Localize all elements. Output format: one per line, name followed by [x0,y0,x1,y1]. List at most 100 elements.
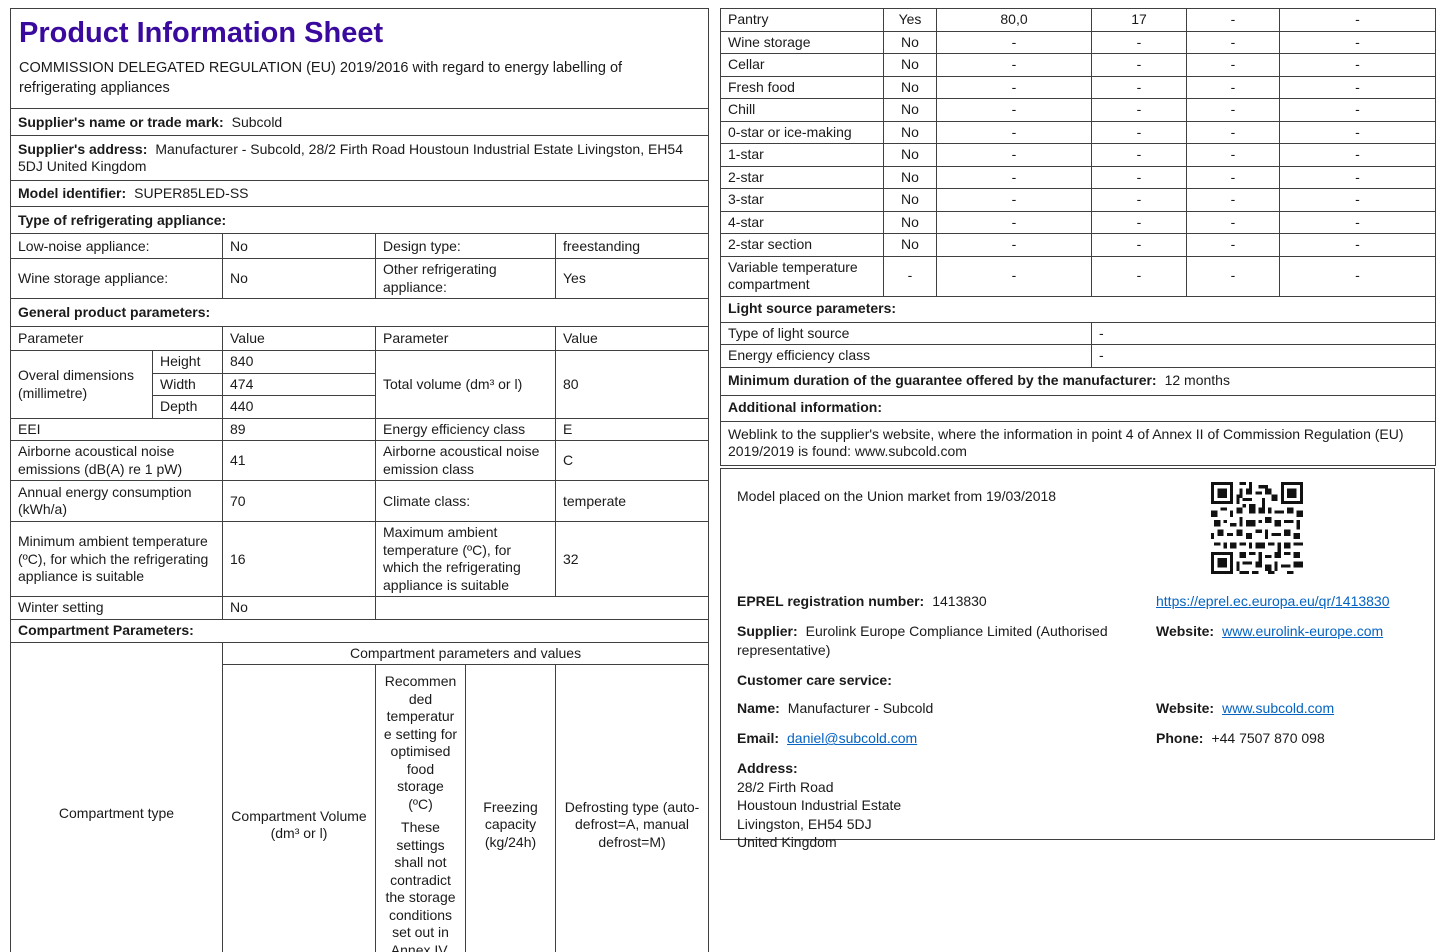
compartment-cell: - [1091,75,1187,99]
compartment-cell: - [1186,255,1280,297]
compartment-cell: No [883,53,937,77]
param-value: 70 [222,480,376,523]
dimension-key: Depth [152,395,223,419]
table-row: Type of light source - [720,321,1436,345]
supplier-name-label: Supplier's name or trade mark: [18,113,224,130]
table-row: Fresh food No - - - - [720,75,1436,99]
compartment-cell: - [1091,53,1187,77]
param-label: Other refrigerating appliance: [375,258,556,300]
compartment-cell: 0-star or ice-making [720,120,884,144]
compartment-cell: - [1091,30,1187,54]
compartment-cell: - [1186,75,1280,99]
compartment-volume-header: Compartment Volume (dm³ or l) [222,664,376,952]
compartment-cell: 17 [1091,8,1187,32]
table-row: Cellar No - - - - [720,53,1436,77]
compartment-cell: - [1186,210,1280,234]
qr-code-icon [1211,482,1303,574]
eprel-value: 1413830 [932,593,987,610]
compartment-cell: 1-star [720,143,884,167]
param-label: Minimum ambient temperature (ºC), for wh… [10,521,223,598]
compartment-cell: No [883,75,937,99]
compartment-cell: - [1279,188,1436,212]
temp-header-part2: These settings shall not contradict the … [385,819,456,952]
care-address-block: Address: 28/2 Firth Road Houstoun Indust… [737,759,1418,851]
table-row: 4-star No - - - - [720,210,1436,234]
param-value: freestanding [554,233,710,260]
care-address-line: 28/2 Firth Road [737,778,834,795]
compartment-cell: No [883,30,937,54]
compartment-cell: - [1279,30,1436,54]
compartment-cell: No [883,210,937,234]
eprel-link[interactable]: https://eprel.ec.europa.eu/qr/1413830 [1156,593,1390,609]
compartment-cell: - [1279,75,1436,99]
compartment-cell: 2-star [720,165,884,189]
table-row: Chill No - - - - [720,98,1436,122]
compartment-type-header: Compartment type [10,641,223,952]
compartment-heading-row: Compartment Parameters: [9,618,710,643]
compartment-cell: - [1091,210,1187,234]
compartment-cell: - [1186,120,1280,144]
compartment-section-heading: Compartment Parameters: [9,618,710,643]
supplier-label: Supplier: [737,623,798,640]
compartment-cell: - [1186,8,1280,32]
care-name-value: Manufacturer - Subcold [787,699,934,716]
table-row: Low-noise appliance: No Design type: fre… [10,233,710,260]
compartment-cell: - [1279,98,1436,122]
weblink-value: www.subcold.com [854,443,967,459]
compartment-cell: - [1279,210,1436,234]
additional-heading-row: Additional information: [720,394,1436,422]
supplier-address-row: Supplier's address: Manufacturer - Subcol… [9,135,710,182]
compartment-cell: - [1279,143,1436,167]
compartment-cell: No [883,188,937,212]
website-label: Website: [1156,623,1215,640]
weblink-row: Weblink to the supplier's website, where… [720,420,1436,466]
dimensions-label: Overal dimensions (millimetre) [10,350,153,419]
compartment-span-header: Compartment parameters and values [221,641,710,666]
param-value: temperate [554,480,710,523]
compartment-cell: Wine storage [720,30,884,54]
compartment-cell: - [1186,188,1280,212]
model-identifier-value: SUPER85LED-SS [134,185,249,202]
compartment-cell: - [936,98,1092,122]
care-email-link[interactable]: daniel@subcold.com [787,730,917,746]
compartment-cell: - [1091,255,1187,297]
param-label: Airborne acoustical noise emissions (dB(… [10,440,223,482]
table-row: 3-star No - - - - [720,188,1436,212]
temp-header-part1: Recommended temperature setting for opti… [383,673,458,812]
subcold-website-link[interactable]: www.subcold.com [1222,700,1334,716]
eurolink-website-link[interactable]: www.eurolink-europe.com [1222,623,1383,639]
compartment-cell: - [1279,255,1436,297]
compartment-cell: - [1279,120,1436,144]
compartment-cell: - [1279,233,1436,257]
general-header-row: Parameter Value Parameter Value [10,326,710,352]
param-value: 41 [222,440,376,482]
model-identifier-label: Model identifier: [18,185,127,202]
guarantee-value: 12 months [1164,372,1230,389]
total-volume-label: Total volume (dm³ or l) [375,350,556,419]
care-address-label: Address: [737,760,798,777]
table-row: 2-star No - - - - [720,165,1436,189]
param-label: Type of light source [720,321,1092,345]
compartment-cell: - [936,210,1092,234]
model-placed-text: Model placed on the Union market from 19… [737,488,1057,504]
freezing-capacity-header: Freezing capacity (kg/24h) [465,664,556,952]
compartment-cell: Pantry [720,8,884,32]
compartment-cell: Variable temperature compartment [720,255,884,297]
compartment-cell: No [883,165,937,189]
weblink-label: Weblink to the supplier's website, where… [728,425,1404,460]
care-address-line: United Kingdom [737,834,837,851]
supplier-name-row: Supplier's name or trade mark: Subcold [9,108,710,137]
model-identifier-row: Model identifier: SUPER85LED-SS [9,180,710,208]
compartment-cell: 2-star section [720,233,884,257]
empty-cell [374,596,710,620]
title-row: Product Information Sheet COMMISSION DEL… [9,7,710,110]
compartment-cell: Fresh food [720,75,884,99]
defrosting-type-header: Defrosting type (auto-defrost=A, manual … [554,664,710,952]
compartment-cell: No [883,233,937,257]
param-label: Annual energy consumption (kWh/a) [10,480,223,523]
param-label: Winter setting [10,596,223,620]
dimension-value: 840 [222,350,376,374]
compartment-cell: - [936,53,1092,77]
care-email-label: Email: [737,730,780,747]
care-phone-label: Phone: [1156,730,1204,747]
